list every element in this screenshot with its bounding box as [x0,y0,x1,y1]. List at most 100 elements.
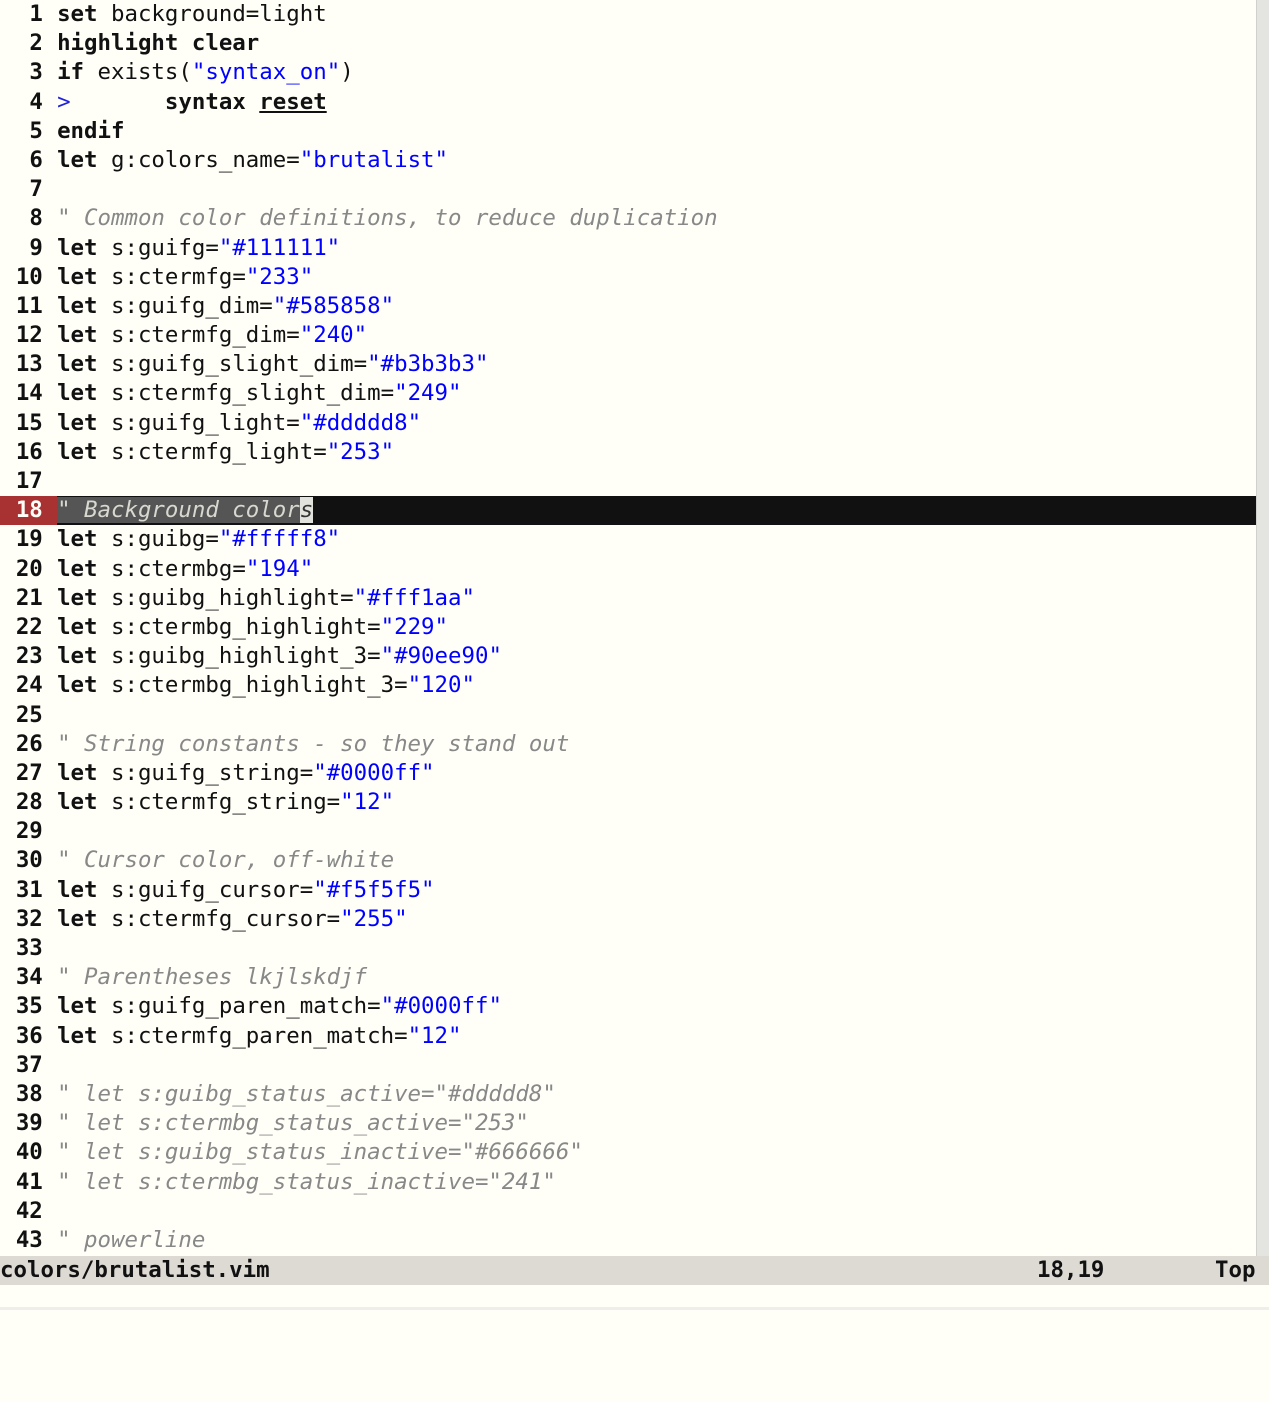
token-kw: if [57,59,85,86]
gutter-gap [43,934,57,963]
code-line[interactable]: 10 let s:ctermfg="233" [0,263,1256,292]
token-str: "#90ee90" [380,643,502,670]
line-text: let s:ctermfg_light="253" [57,438,394,467]
token-ident: s:guifg_slight_dim= [97,351,368,378]
code-line[interactable]: 43 " powerline [0,1226,1256,1255]
code-line[interactable]: 16 let s:ctermfg_light="253" [0,438,1256,467]
code-line[interactable]: 23 let s:guibg_highlight_3="#90ee90" [0,642,1256,671]
vertical-scrollbar[interactable] [1256,0,1269,1256]
line-number: 21 [15,584,43,611]
token-kw: endif [57,117,125,144]
token-special: reset [259,88,327,115]
code-line[interactable]: 11 let s:guifg_dim="#585858" [0,292,1256,321]
token-str: "233" [245,263,314,290]
code-line[interactable]: 34 " Parentheses lkjlskdjf [0,963,1256,992]
code-line[interactable]: 25 [0,701,1256,730]
line-number: 11 [15,292,43,319]
code-line[interactable]: 29 [0,817,1256,846]
code-line-cursor[interactable]: 18 " Background colors [0,496,1256,526]
gutter-gap [43,1051,57,1080]
line-text: endif [57,117,124,146]
statusline-ruler: 18,19 [1037,1257,1105,1283]
code-line[interactable]: 3 if exists("syntax_on") [0,58,1256,87]
code-line[interactable]: 9 let s:guifg="#111111" [0,234,1256,263]
code-line[interactable]: 2 highlight clear [0,29,1256,58]
code-line[interactable]: 4 > syntax reset [0,88,1256,117]
line-text: > syntax reset [57,88,327,117]
cursor-line-text: " Background colors [57,496,314,526]
code-line[interactable]: 14 let s:ctermfg_slight_dim="249" [0,379,1256,408]
line-number: 23 [15,643,43,670]
line-text: let s:ctermfg_dim="240" [57,321,367,350]
line-number: 36 [15,1022,43,1049]
code-line[interactable]: 6 let g:colors_name="brutalist" [0,146,1256,175]
line-number: 38 [15,1080,43,1107]
gutter-gap [43,409,57,438]
token-comment: " Common color definitions, to reduce du… [57,205,718,232]
token-str: "240" [299,322,368,349]
token-comment: " let s:guibg_status_inactive="#666666" [57,1139,583,1166]
editor-buffer[interactable]: 1 set background=light 2 highlight clear 3… [0,0,1256,1256]
gutter-gap [43,613,57,642]
code-line[interactable]: 31 let s:guifg_cursor="#f5f5f5" [0,876,1256,905]
token-ident: g:colors_name= [97,146,300,173]
code-line[interactable]: 20 let s:ctermbg="194" [0,555,1256,584]
line-text: set background=light [57,0,327,29]
code-line[interactable]: 5 endif [0,117,1256,146]
line-text: " Cursor color, off-white [57,846,394,875]
code-line[interactable]: 38 " let s:guibg_status_active="#ddddd8" [0,1080,1256,1109]
gutter-gap [43,1168,57,1197]
line-text: let s:guifg_cursor="#f5f5f5" [57,876,434,905]
code-line[interactable]: 33 [0,934,1256,963]
token-punct: ) [340,59,354,86]
code-line[interactable]: 28 let s:ctermfg_string="12" [0,788,1256,817]
code-line[interactable]: 19 let s:guibg="#fffff8" [0,525,1256,554]
code-line[interactable]: 22 let s:ctermbg_highlight="229" [0,613,1256,642]
code-line[interactable]: 24 let s:ctermbg_highlight_3="120" [0,671,1256,700]
gutter-gap [43,175,57,204]
code-line[interactable]: 27 let s:guifg_string="#0000ff" [0,759,1256,788]
code-line[interactable]: 39 " let s:ctermbg_status_active="253" [0,1109,1256,1138]
token-comment: " let s:ctermbg_status_active="253" [57,1110,529,1137]
code-line[interactable]: 15 let s:guifg_light="#ddddd8" [0,409,1256,438]
code-line[interactable]: 26 " String constants - so they stand ou… [0,730,1256,759]
code-line[interactable]: 41 " let s:ctermbg_status_inactive="241" [0,1168,1256,1197]
gutter-gap [43,234,57,263]
token-ident: s:ctermfg_light= [97,438,327,465]
gutter-gap [43,788,57,817]
code-line[interactable]: 8 " Common color definitions, to reduce … [0,204,1256,233]
token-ident: s:guifg_paren_match= [97,993,381,1020]
code-line[interactable]: 36 let s:ctermfg_paren_match="12" [0,1022,1256,1051]
line-number: 26 [15,730,43,757]
token-str: "229" [380,613,449,640]
token-str: "syntax_on" [191,59,341,86]
line-number: 29 [15,818,43,845]
line-number: 37 [15,1051,43,1078]
line-text: highlight clear [57,29,259,58]
token-ident: s:guifg_string= [97,759,314,786]
token-ident: s:guibg_highlight= [97,584,354,611]
code-line[interactable]: 21 let s:guibg_highlight="#fff1aa" [0,584,1256,613]
code-line[interactable]: 37 [0,1051,1256,1080]
line-number: 31 [15,876,43,903]
line-number: 28 [15,789,43,816]
gutter-gap [43,525,57,554]
word-highlight: " Background color [57,497,300,524]
code-line[interactable]: 7 [0,175,1256,204]
code-line[interactable]: 13 let s:guifg_slight_dim="#b3b3b3" [0,350,1256,379]
line-number: 16 [15,438,43,465]
gutter-gap [43,263,57,292]
code-line[interactable]: 35 let s:guifg_paren_match="#0000ff" [0,992,1256,1021]
vim-window: 1 set background=light 2 highlight clear 3… [0,0,1269,1310]
code-line[interactable]: 12 let s:ctermfg_dim="240" [0,321,1256,350]
code-line[interactable]: 1 set background=light [0,0,1256,29]
code-line[interactable]: 17 [0,467,1256,496]
code-line[interactable]: 42 [0,1197,1256,1226]
token-kw: let [57,672,98,699]
line-text: " powerline [57,1226,205,1255]
code-line[interactable]: 32 let s:ctermfg_cursor="255" [0,905,1256,934]
code-line[interactable]: 40 " let s:guibg_status_inactive="#66666… [0,1138,1256,1167]
code-line[interactable]: 30 " Cursor color, off-white [0,846,1256,875]
token-kw: let [57,234,98,261]
token-str: "#fffff8" [218,526,341,553]
